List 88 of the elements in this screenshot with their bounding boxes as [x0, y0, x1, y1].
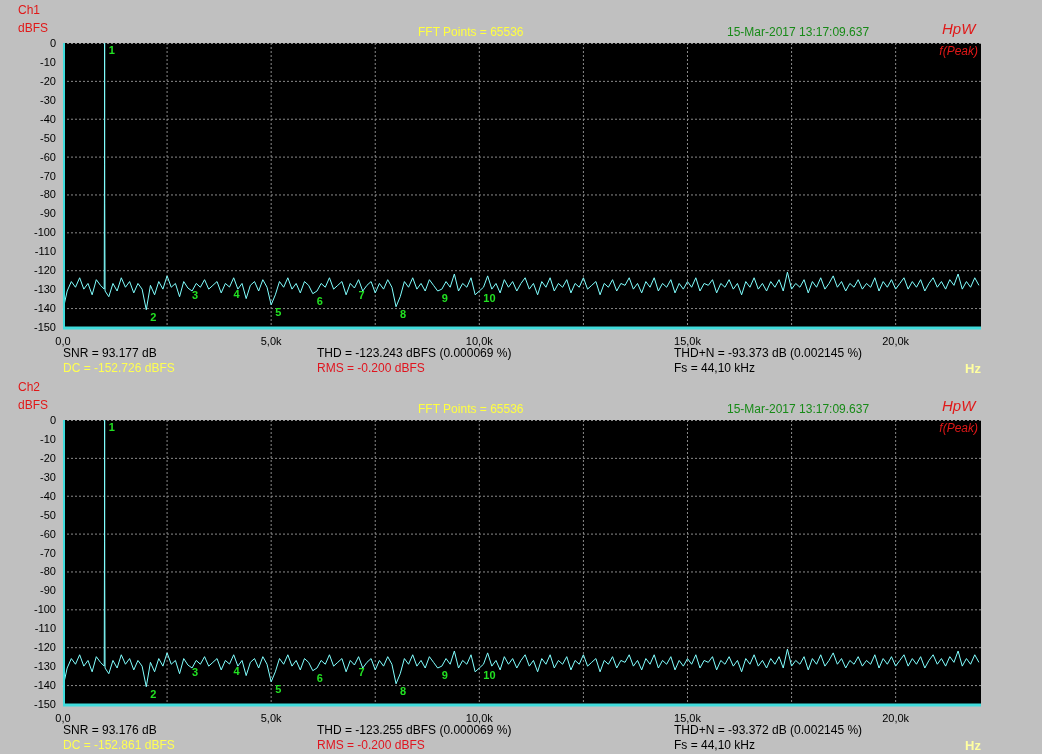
- y-tick-label: -90: [40, 207, 56, 220]
- y-tick-label: -70: [40, 169, 56, 182]
- y-tick-label: -30: [40, 93, 56, 106]
- y-tick-label: -20: [40, 74, 56, 87]
- measurement-text: Fs = 44,10 kHz: [674, 738, 756, 753]
- peak-mode-label: f(Peak): [939, 421, 978, 435]
- y-tick-label: -40: [40, 489, 56, 502]
- brand-label: HpW: [942, 20, 976, 38]
- x-tick-label: 20,0k: [882, 712, 910, 724]
- y-tick-label: -30: [40, 470, 56, 483]
- x-tick-label: 15,0k: [674, 712, 701, 724]
- y-tick-label: -50: [40, 131, 56, 144]
- measurement-text: THD+N = -93.373 dB (0.002145 %): [674, 346, 863, 361]
- harmonic-label: 1: [108, 44, 115, 56]
- x-axis-unit-label: Hz: [965, 361, 981, 376]
- harmonic-label: 5: [275, 305, 282, 318]
- y-tick-label: -100: [33, 603, 56, 616]
- harmonic-label: 2: [150, 310, 157, 323]
- harmonic-label: 7: [358, 289, 365, 301]
- y-tick-label: -90: [40, 584, 56, 597]
- measurement-text: RMS = -0.200 dBFS: [317, 361, 425, 376]
- y-axis-unit-label: dBFS: [18, 20, 48, 37]
- fft-points-label: FFT Points = 65536: [418, 24, 524, 40]
- y-axis-unit-label: dBFS: [18, 397, 48, 414]
- harmonic-label: 10: [483, 292, 496, 305]
- x-tick-label: 10,0k: [465, 712, 493, 724]
- y-tick-label: -110: [34, 245, 56, 258]
- peak-mode-label: f(Peak): [939, 44, 978, 58]
- y-tick-label: -100: [33, 226, 56, 239]
- harmonic-label: 1: [108, 421, 115, 433]
- x-tick-label: 5,0k: [260, 335, 282, 347]
- harmonic-label: 9: [441, 669, 448, 682]
- measurement-text: SNR = 93.177 dB: [63, 346, 157, 361]
- x-tick-label: 20,0k: [882, 335, 910, 347]
- y-tick-label: 0: [49, 37, 56, 49]
- y-tick-label: -130: [33, 660, 56, 673]
- x-axis-unit-label: Hz: [965, 738, 981, 753]
- measurement-text: THD = -123.243 dBFS (0.000069 %): [317, 346, 512, 361]
- harmonic-label: 3: [191, 666, 198, 678]
- y-tick-label: -60: [40, 150, 56, 163]
- harmonic-label: 6: [316, 294, 323, 307]
- channel-label: Ch2: [18, 379, 40, 396]
- harmonic-label: 7: [358, 666, 365, 678]
- measurement-text: SNR = 93.176 dB: [63, 723, 157, 738]
- y-tick-label: -80: [40, 188, 56, 201]
- measurement-text: THD+N = -93.372 dB (0.002145 %): [674, 723, 863, 738]
- measurement-text: RMS = -0.200 dBFS: [317, 738, 425, 753]
- y-tick-label: -50: [40, 508, 56, 521]
- harmonic-label: 4: [233, 288, 240, 301]
- fft-points-label: FFT Points = 65536: [418, 401, 524, 417]
- y-tick-label: -40: [40, 112, 56, 125]
- harmonic-label: 2: [150, 687, 157, 700]
- y-tick-label: -110: [34, 622, 56, 635]
- x-tick-label: 15,0k: [674, 335, 701, 347]
- x-tick-label: 10,0k: [465, 335, 493, 347]
- y-tick-label: -130: [33, 283, 56, 296]
- harmonic-label: 5: [275, 682, 282, 695]
- harmonic-label: 8: [400, 307, 407, 320]
- harmonic-label: 8: [400, 684, 407, 697]
- y-tick-label: -150: [33, 698, 56, 710]
- measurement-text: THD = -123.255 dBFS (0.000069 %): [317, 723, 512, 738]
- y-tick-label: -60: [40, 527, 56, 540]
- harmonic-label: 9: [441, 292, 448, 305]
- y-tick-label: 0: [49, 414, 56, 426]
- x-tick-label: 0,0: [55, 712, 71, 724]
- harmonic-label: 4: [233, 665, 240, 678]
- x-tick-label: 0,0: [55, 335, 71, 347]
- measurement-text: Fs = 44,10 kHz: [674, 361, 756, 376]
- y-tick-label: -10: [40, 55, 56, 68]
- x-tick-label: 5,0k: [260, 712, 282, 724]
- y-tick-label: -20: [40, 451, 56, 464]
- y-tick-label: -120: [33, 264, 56, 277]
- harmonic-label: 6: [316, 671, 323, 684]
- brand-label: HpW: [942, 397, 976, 415]
- channel-label: Ch1: [18, 2, 40, 19]
- y-tick-label: -120: [33, 641, 56, 654]
- y-tick-label: -80: [40, 565, 56, 578]
- y-tick-label: -150: [33, 321, 56, 333]
- timestamp: 15-Mar-2017 13:17:09.637: [727, 401, 870, 417]
- harmonic-label: 3: [191, 289, 198, 301]
- measurement-text: DC = -152.726 dBFS: [63, 361, 175, 376]
- timestamp: 15-Mar-2017 13:17:09.637: [727, 24, 870, 40]
- y-tick-label: -10: [40, 432, 56, 445]
- measurement-text: DC = -152.861 dBFS: [63, 738, 175, 753]
- harmonic-label: 10: [483, 669, 496, 682]
- y-tick-label: -140: [33, 679, 56, 692]
- y-tick-label: -140: [33, 302, 56, 315]
- y-tick-label: -70: [40, 546, 56, 559]
